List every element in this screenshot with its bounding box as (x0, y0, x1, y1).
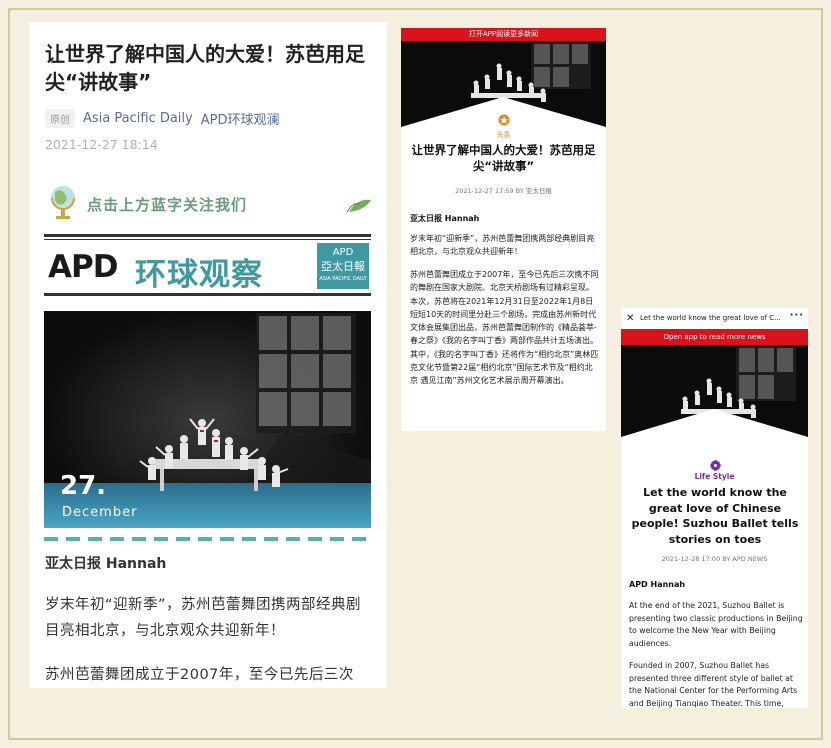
article-author: 亚太日报 Hannah (45, 556, 167, 572)
channel-label[interactable]: Life Style (621, 472, 808, 481)
follow-text: 点击上方蓝字关注我们 (87, 196, 248, 214)
account-link[interactable]: APD环球观澜 (201, 109, 280, 128)
dashed-divider (44, 537, 371, 541)
publish-meta: 2021-12-27 17:59 BY 亚太日报 (455, 187, 552, 195)
article-paragraph-1: 岁末年初“迎新季”，苏州芭蕾舞团携两部经典剧目亮相北京，与北京观众共迎新年！ (45, 597, 362, 639)
leaf-icon (347, 199, 371, 213)
article-paragraph-2: 苏州芭蕾舞团成立于2007年，至今已先后三次携不同的舞剧在国家大剧院、北京天桥剧… (410, 270, 599, 386)
article-paragraph-2: Founded in 2007, Suzhou Ballet has prese… (629, 661, 798, 708)
article-author: APD Hannah (629, 580, 686, 589)
en-mobile-panel: ✕ Let the world know the great love of C… (621, 308, 808, 708)
article-title: Let the world know the great love of Chi… (631, 486, 799, 546)
cn-mobile-panel: 打开APP阅读更多新闻 头条 让世界了解中国人的大爱！苏芭用足尖“讲故事” 20… (401, 28, 606, 431)
more-icon[interactable]: ··· (790, 308, 804, 326)
article-paragraph-1: At the end of the 2021, Suzhou Ballet is… (629, 601, 803, 648)
hero-ballet-scene (621, 345, 808, 463)
banner-apd-text: APD (48, 249, 118, 285)
article-paragraph-2: 苏州芭蕾舞团成立于2007年，至今已先后三次 (45, 667, 354, 683)
apd-banner: APD 环球观察 APD 亞太日報 ASIA PACIFIC DAILY (44, 234, 371, 296)
channel-label[interactable]: 头条 (401, 130, 606, 140)
close-icon[interactable]: ✕ (626, 308, 634, 329)
article-meta: 原创 Asia Pacific Daily APD环球观澜 (45, 108, 279, 128)
follow-prompt: 点击上方蓝字关注我们 (47, 182, 373, 222)
article-title: 让世界了解中国人的大爱！苏芭用足尖“讲故事” (45, 42, 365, 94)
lifestyle-flower-icon (710, 460, 721, 471)
article-title: 让世界了解中国人的大爱！苏芭用足尖“讲故事” (411, 143, 596, 173)
article-author: 亚太日报 Hannah (410, 214, 480, 223)
article-paragraph-1: 岁末年初“迎新季”，苏州芭蕾舞团携两部经典剧目亮相北京，与北京观众共迎新年！ (410, 234, 595, 257)
original-tag: 原创 (45, 108, 75, 128)
hero-image (621, 345, 808, 463)
banner-title: 环球观察 (135, 257, 263, 293)
wechat-article-panel: 让世界了解中国人的大爱！苏芭用足尖“讲故事” 原创 Asia Pacific D… (29, 22, 387, 688)
photo-day: 27. (60, 471, 107, 501)
source-link[interactable]: Asia Pacific Daily (83, 111, 193, 126)
article-date: 2021-12-27 18:14 (45, 137, 158, 152)
nav-title: Let the world know the great love of C..… (640, 314, 781, 322)
ballet-photo: 27. December (44, 311, 371, 528)
photo-month: December (62, 505, 138, 520)
apd-logo: APD 亞太日報 ASIA PACIFIC DAILY (317, 243, 369, 289)
headline-star-icon (498, 114, 510, 126)
globe-icon (51, 186, 75, 219)
open-app-bar[interactable]: Open app to read more news (621, 329, 808, 345)
publish-meta: 2021-12-28 17:00 BY APD NEWS (661, 555, 768, 563)
browser-navbar: ✕ Let the world know the great love of C… (621, 308, 808, 329)
open-app-bar[interactable]: 打开APP阅读更多新闻 (401, 28, 606, 41)
